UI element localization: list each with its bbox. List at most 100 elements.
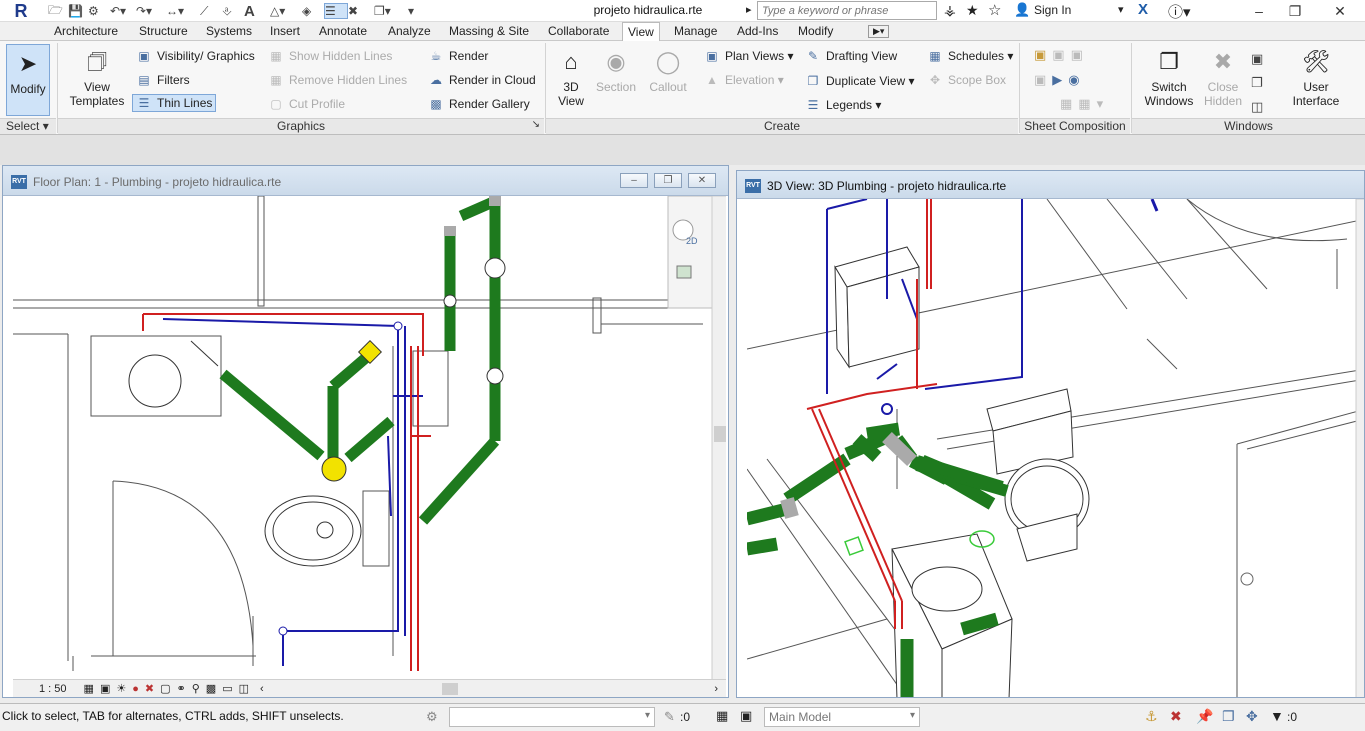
sheet-new-icon[interactable]: ▣▣▣ [1034,47,1089,63]
switch-windows-icon[interactable]: ❐▾ [374,4,408,18]
switch-windows-button[interactable]: ❐ Switch Windows [1138,47,1200,109]
design-options-icon[interactable]: ▦ [716,708,728,724]
save-icon[interactable]: 💾 [68,4,88,18]
schedules-button[interactable]: ▦ Schedules ▾ [927,47,1013,65]
3d-view-vertical-scrollbar[interactable] [1355,199,1364,697]
modify-button[interactable]: ➤ Modify [6,44,50,116]
open-icon[interactable]: 🗁 [48,1,68,22]
constraints-icon[interactable]: ◫ [236,682,252,695]
reveal-hidden-icon[interactable]: ⚲ [189,682,203,695]
floor-plan-maximize-icon[interactable]: ❐ [654,173,682,188]
section-button[interactable]: ◉ Section [594,47,638,95]
tab-add-ins[interactable]: Add-Ins [737,24,778,38]
sync-icon[interactable]: ⚙ [88,4,110,18]
visibility-graphics-button[interactable]: ▣ Visibility/ Graphics [136,47,254,65]
user-interface-button[interactable]: 🛠 User Interface [1286,47,1346,109]
filters-button[interactable]: ▤ Filters [136,71,189,89]
workset-dropdown[interactable]: ▾ [449,707,655,727]
3d-view-canvas[interactable] [747,199,1364,697]
elevation-button[interactable]: ▲ Elevation ▾ [704,71,784,89]
help-icon[interactable]: ⓘ▾ [1168,1,1191,22]
editing-requests-icon[interactable]: ✎ [664,709,675,725]
aligned-dimension-icon[interactable]: ⟋ [200,4,222,19]
tile-icon[interactable]: ◫ [1251,95,1265,119]
search-input[interactable] [757,1,937,20]
default-3d-view-icon[interactable]: △▾ [270,4,302,18]
favorites-star-icon[interactable]: ☆ [988,1,1001,19]
floor-plan-close-icon[interactable]: ✕ [688,173,716,188]
3d-view-window[interactable]: RVT 3D View: 3D Plumbing - projeto hidra… [736,170,1365,698]
hscroll-left-icon[interactable]: ‹ [252,683,272,695]
thin-lines-button[interactable]: ☰ Thin Lines [132,94,217,112]
shadows-icon[interactable]: ● [129,683,142,695]
search-binoculars-icon[interactable]: ⚶ [944,2,956,19]
floor-plan-hscroll-thumb[interactable] [441,682,458,695]
drag-on-selection-icon[interactable]: ✥ [1246,708,1258,725]
text-icon[interactable]: A [244,3,270,20]
ribbon-minimize-toggle[interactable]: ▶▾ [868,25,890,38]
tab-structure[interactable]: Structure [139,24,188,38]
render-gallery-button[interactable]: ▩ Render Gallery [428,95,529,113]
measure-icon[interactable]: ↔▾ [166,4,200,18]
subscription-center-icon[interactable]: ★ [966,2,979,19]
visual-style-icon[interactable]: ▣ [97,682,113,695]
tab-architecture[interactable]: Architecture [54,24,118,38]
remove-hidden-lines-button[interactable]: ▦ Remove Hidden Lines [268,71,407,89]
tab-modify[interactable]: Modify [798,24,833,38]
legends-button[interactable]: ☰ Legends ▾ [805,96,882,114]
zoom-region-icon[interactable] [676,265,692,279]
show-hidden-lines-button[interactable]: ▦ Show Hidden Lines [268,47,392,65]
3d-plumbing-drawing[interactable] [747,199,1364,697]
floor-plan-scroll-thumb[interactable] [714,426,726,442]
view-scale-label[interactable]: 1 : 50 [13,683,81,695]
sign-in-link[interactable]: Sign In [1034,3,1071,17]
duplicate-view-button[interactable]: ❐ Duplicate View ▾ [805,72,915,90]
render-in-cloud-button[interactable]: ☁ Render in Cloud [428,71,536,89]
replicate-icon[interactable]: ▣ [1251,47,1265,71]
temporary-hide-icon[interactable]: ⚭ [174,682,189,695]
tab-annotate[interactable]: Annotate [319,24,367,38]
tab-analyze[interactable]: Analyze [388,24,431,38]
tab-collaborate[interactable]: Collaborate [548,24,609,38]
analytical-model-icon[interactable]: ▭ [219,682,235,695]
floor-plan-drawing[interactable]: 2D [13,196,726,679]
floor-plan-canvas[interactable]: 2D [13,196,726,679]
plan-views-button[interactable]: ▣ Plan Views ▾ [704,47,793,65]
select-underlay-icon[interactable]: ✖ [1170,708,1182,725]
show-crop-region-icon[interactable]: ▢ [157,682,173,695]
tab-manage[interactable]: Manage [674,24,717,38]
select-panel-label[interactable]: Select ▾ [0,118,56,134]
select-pinned-icon[interactable]: 📌 [1196,708,1213,725]
3d-view-title-bar[interactable]: RVT 3D View: 3D Plumbing - projeto hidra… [737,171,1364,199]
worksets-icon[interactable]: ⚙ [426,709,438,725]
floor-plan-minimize-icon[interactable]: – [620,173,648,188]
design-option-dropdown[interactable]: Main Model ▾ [764,707,920,727]
cascade-icon[interactable]: ❐ [1251,71,1265,95]
sun-path-icon[interactable]: ☀ [113,682,129,695]
callout-button[interactable]: ◯ Callout [644,47,692,95]
tab-insert[interactable]: Insert [270,24,300,38]
floor-plan-horizontal-scrollbar[interactable] [272,682,707,695]
undo-icon[interactable]: ↶▾ [110,4,136,18]
drafting-view-button[interactable]: ✎ Drafting View [805,47,897,65]
search-expand-icon[interactable]: ▸ [746,3,752,16]
sheet-matchline-icon[interactable]: ▦▦▾ [1060,96,1109,112]
floor-plan-view-window[interactable]: RVT Floor Plan: 1 - Plumbing - projeto h… [2,165,729,698]
view-templates-button[interactable]: 🗇 View Templates [66,47,128,109]
tab-massing-site[interactable]: Massing & Site [449,24,529,38]
crop-view-icon[interactable]: ✖ [142,682,157,695]
hscroll-right-icon[interactable]: › [706,683,726,695]
sheet-place-view-icon[interactable]: ▣▶◉ [1034,72,1086,88]
tag-icon[interactable]: ⎀ [222,4,244,19]
thin-lines-toggle-icon[interactable]: ☰ [324,3,348,19]
filter-icon[interactable]: ▼ [1270,708,1284,724]
render-button[interactable]: ☕ Render [428,47,489,65]
user-icon[interactable]: 👤 [1014,2,1030,18]
select-links-icon[interactable]: ⚓ [1145,708,1158,725]
redo-icon[interactable]: ↷▾ [136,4,166,18]
cut-profile-button[interactable]: ▢ Cut Profile [268,95,345,113]
close-hidden-icon[interactable]: ✖ [348,4,374,18]
close-hidden-button[interactable]: ✖ Close Hidden [1198,47,1248,109]
tab-systems[interactable]: Systems [206,24,252,38]
exchange-apps-icon[interactable]: X [1138,1,1148,18]
